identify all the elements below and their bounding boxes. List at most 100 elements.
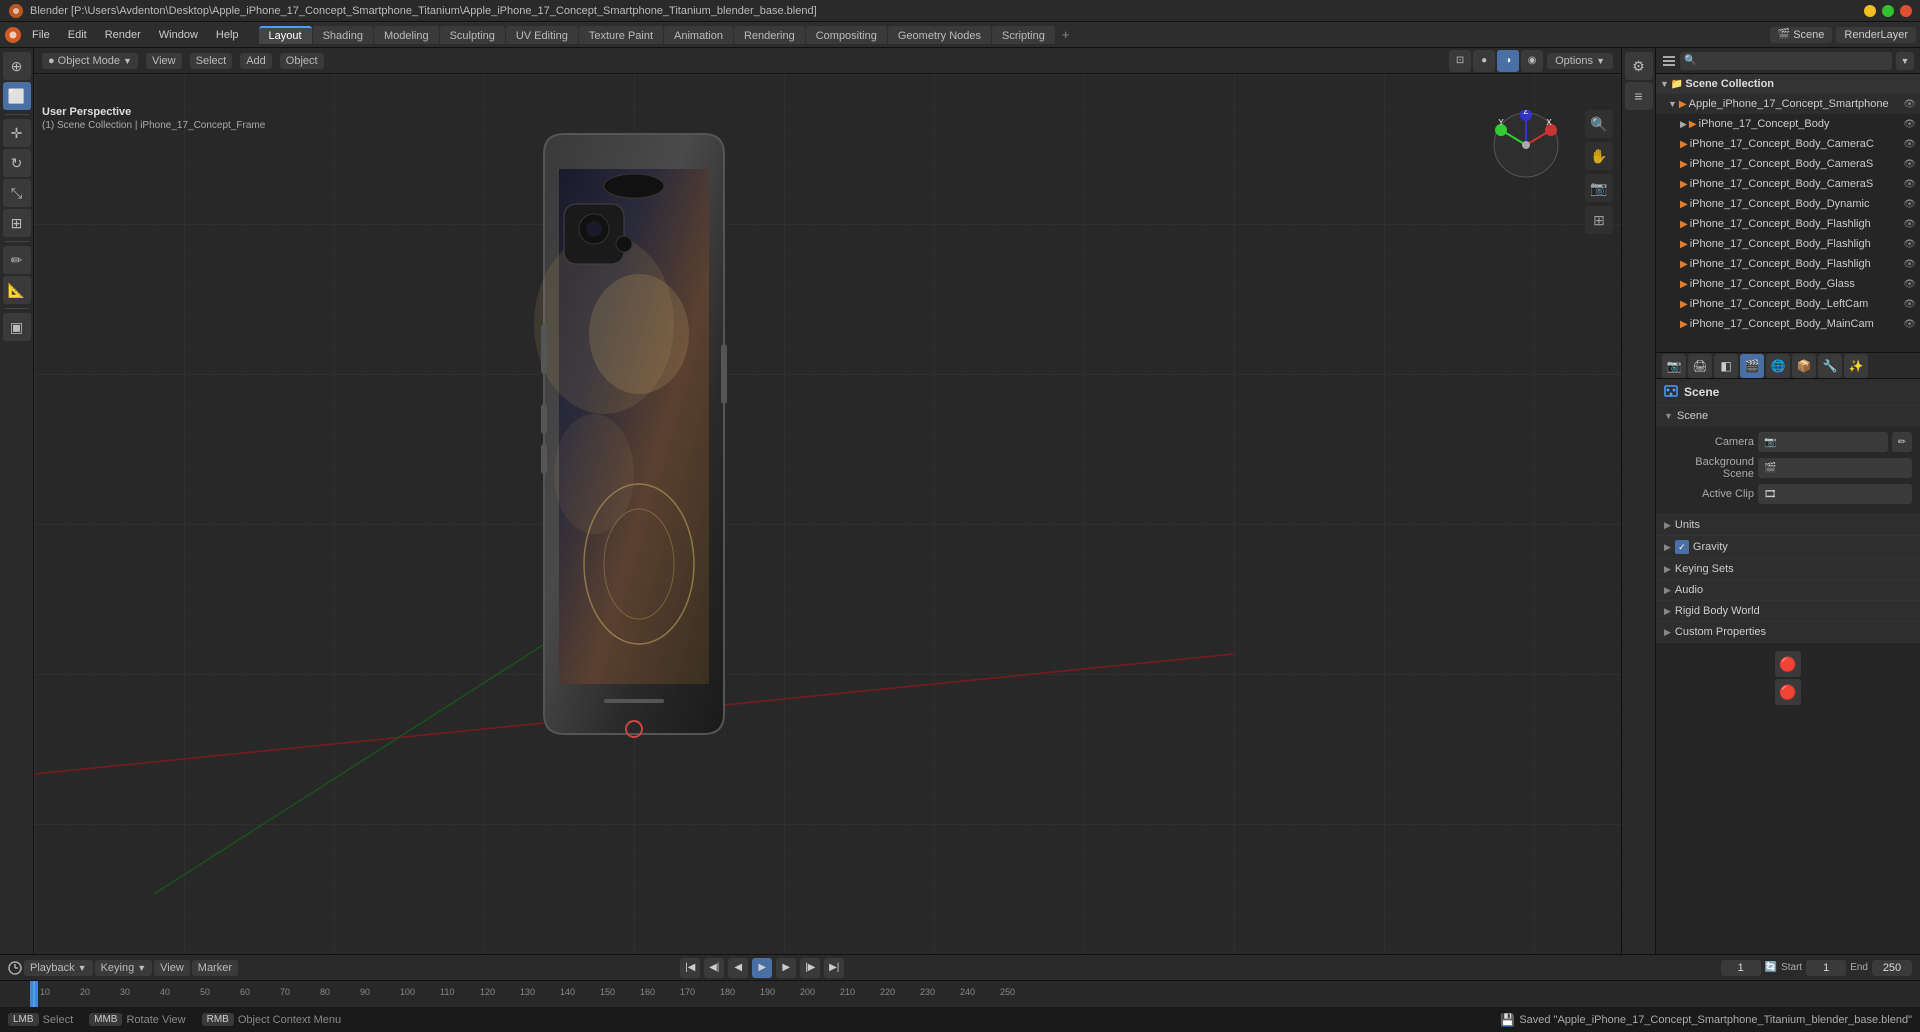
close-button[interactable]	[1900, 5, 1912, 17]
tab-layout[interactable]: Layout	[259, 26, 312, 44]
item-vis-0[interactable]: 👁	[1903, 99, 1916, 110]
scene-section-header[interactable]: ▼ Scene	[1656, 406, 1920, 426]
camera-prop-value[interactable]: 📷	[1758, 432, 1888, 452]
props-modifier-btn[interactable]: 🔧	[1818, 354, 1842, 378]
start-frame-display[interactable]: 1	[1806, 960, 1846, 976]
tab-uv-editing[interactable]: UV Editing	[506, 26, 578, 44]
keying-menu[interactable]: Keying ▼	[95, 960, 153, 976]
camera-view-btn[interactable]: 📷	[1585, 174, 1613, 202]
solid-mode-btn[interactable]: ●	[1473, 50, 1495, 72]
ortho-view-btn[interactable]: ⊞	[1585, 206, 1613, 234]
props-object-btn[interactable]: 📦	[1792, 354, 1816, 378]
scale-tool[interactable]: ⤡	[3, 179, 31, 207]
select-menu[interactable]: Select	[190, 53, 233, 69]
transform-tool[interactable]: ⊞	[3, 209, 31, 237]
wireframe-mode-btn[interactable]: ⊡	[1449, 50, 1471, 72]
props-particles-btn[interactable]: ✨	[1844, 354, 1868, 378]
go-to-first-frame-btn[interactable]: |◀	[680, 958, 700, 978]
loop-indicator[interactable]: 🔄	[1765, 962, 1777, 973]
outliner-item-4[interactable]: ▶ iPhone_17_Concept_Body_CameraS 👁	[1656, 174, 1920, 194]
props-view-layer-btn[interactable]: ◧	[1714, 354, 1738, 378]
props-output-btn[interactable]: 🖨	[1688, 354, 1712, 378]
object-mode-selector[interactable]: ● Object Mode ▼	[42, 53, 138, 69]
rigid-body-header[interactable]: ▶ Rigid Body World	[1656, 601, 1920, 621]
menu-edit[interactable]: Edit	[60, 27, 95, 43]
outliner-item-10[interactable]: ▶ iPhone_17_Concept_Body_LeftCam 👁	[1656, 294, 1920, 314]
outliner-item-3[interactable]: ▶ iPhone_17_Concept_Body_CameraS 👁	[1656, 154, 1920, 174]
add-menu[interactable]: Add	[240, 53, 272, 69]
item-vis-7[interactable]: 👁	[1903, 239, 1916, 250]
tab-modeling[interactable]: Modeling	[374, 26, 439, 44]
cursor-tool[interactable]: ⊕	[3, 52, 31, 80]
tab-geometry-nodes[interactable]: Geometry Nodes	[888, 26, 991, 44]
timeline-ruler[interactable]: 10 20 30 40 50 60 70 80 90 100 110 120 1…	[0, 981, 1920, 1007]
outliner-search[interactable]: 🔍	[1680, 52, 1892, 70]
add-cube-tool[interactable]: ▣	[3, 313, 31, 341]
object-menu[interactable]: Object	[280, 53, 324, 69]
tab-animation[interactable]: Animation	[664, 26, 733, 44]
outliner-item-11[interactable]: ▶ iPhone_17_Concept_Body_MainCam 👁	[1656, 314, 1920, 334]
marker-menu[interactable]: Marker	[192, 960, 238, 976]
menu-render[interactable]: Render	[97, 27, 149, 43]
side-icon-2[interactable]: 🔴	[1775, 679, 1801, 705]
tab-scripting[interactable]: Scripting	[992, 26, 1055, 44]
props-world-btn[interactable]: 🌐	[1766, 354, 1790, 378]
menu-window[interactable]: Window	[151, 27, 206, 43]
item-vis-2[interactable]: 👁	[1903, 139, 1916, 150]
tab-sculpting[interactable]: Sculpting	[440, 26, 505, 44]
tab-texture-paint[interactable]: Texture Paint	[579, 26, 663, 44]
pan-view-btn[interactable]: ✋	[1585, 142, 1613, 170]
props-render-btn[interactable]: 📷	[1662, 354, 1686, 378]
current-frame-display[interactable]: 1	[1721, 960, 1761, 976]
maximize-button[interactable]	[1882, 5, 1894, 17]
gravity-checkbox[interactable]: ✓	[1675, 540, 1689, 554]
item-vis-9[interactable]: 👁	[1903, 279, 1916, 290]
outliner-item-8[interactable]: ▶ iPhone_17_Concept_Body_Flashligh 👁	[1656, 254, 1920, 274]
minimize-button[interactable]	[1864, 5, 1876, 17]
menu-file[interactable]: File	[24, 27, 58, 43]
outliner-item-7[interactable]: ▶ iPhone_17_Concept_Body_Flashligh 👁	[1656, 234, 1920, 254]
item-vis-11[interactable]: 👁	[1903, 319, 1916, 330]
view-menu-timeline[interactable]: View	[154, 960, 190, 976]
viewport-options-btn[interactable]: Options ▼	[1547, 53, 1613, 69]
outliner-item-2[interactable]: ▶ iPhone_17_Concept_Body_CameraC 👁	[1656, 134, 1920, 154]
outliner-item-1[interactable]: ▶ ▶ iPhone_17_Concept_Body 👁	[1656, 114, 1920, 134]
props-scene-btn[interactable]: 🎬	[1740, 354, 1764, 378]
item-vis-8[interactable]: 👁	[1903, 259, 1916, 270]
tab-compositing[interactable]: Compositing	[806, 26, 887, 44]
outliner-item-6[interactable]: ▶ iPhone_17_Concept_Body_Flashligh 👁	[1656, 214, 1920, 234]
select-tool[interactable]: ⬜	[3, 82, 31, 110]
outliner-scene-collection[interactable]: ▼ 📁 Scene Collection	[1656, 74, 1920, 94]
gravity-section-header[interactable]: ▶ ✓ Gravity	[1656, 536, 1920, 558]
item-vis-4[interactable]: 👁	[1903, 179, 1916, 190]
outliner-item-5[interactable]: ▶ iPhone_17_Concept_Body_Dynamic 👁	[1656, 194, 1920, 214]
camera-edit-btn[interactable]: ✏	[1892, 432, 1912, 452]
item-vis-6[interactable]: 👁	[1903, 219, 1916, 230]
play-btn[interactable]: ▶	[752, 958, 772, 978]
menu-help[interactable]: Help	[208, 27, 247, 43]
active-clip-value[interactable]: 🎞	[1758, 484, 1912, 504]
jump-to-prev-frame-btn[interactable]: ◀	[728, 958, 748, 978]
annotate-tool[interactable]: ✏	[3, 246, 31, 274]
rotate-tool[interactable]: ↻	[3, 149, 31, 177]
jump-to-next-frame-btn[interactable]: ▶	[776, 958, 796, 978]
audio-section-header[interactable]: ▶ Audio	[1656, 580, 1920, 600]
view-menu[interactable]: View	[146, 53, 182, 69]
rendered-mode-btn[interactable]: ◉	[1521, 50, 1543, 72]
item-vis-1[interactable]: 👁	[1903, 119, 1916, 130]
move-tool[interactable]: ✛	[3, 119, 31, 147]
material-mode-btn[interactable]: ◑	[1497, 50, 1519, 72]
outliner-filter-btn[interactable]: ▼	[1896, 52, 1914, 70]
measure-tool[interactable]: 📐	[3, 276, 31, 304]
window-controls[interactable]	[1864, 5, 1912, 17]
render-layer-selector[interactable]: RenderLayer	[1836, 27, 1916, 43]
go-to-last-frame-btn[interactable]: ▶|	[824, 958, 844, 978]
side-icon-1[interactable]: 🔴	[1775, 651, 1801, 677]
playback-menu[interactable]: Playback ▼	[24, 960, 93, 976]
tab-shading[interactable]: Shading	[313, 26, 373, 44]
outliner-item-9[interactable]: ▶ iPhone_17_Concept_Body_Glass 👁	[1656, 274, 1920, 294]
scene-selector[interactable]: 🎬 Scene	[1770, 27, 1833, 43]
custom-props-header[interactable]: ▶ Custom Properties	[1656, 622, 1920, 642]
units-section-header[interactable]: ▶ Units	[1656, 515, 1920, 535]
item-vis-5[interactable]: 👁	[1903, 199, 1916, 210]
